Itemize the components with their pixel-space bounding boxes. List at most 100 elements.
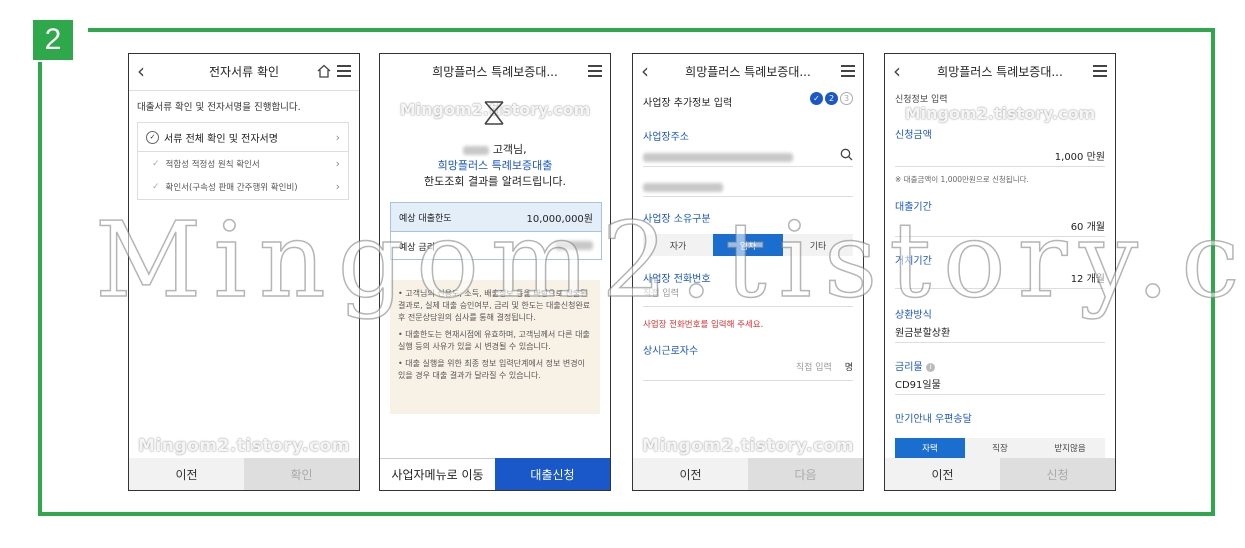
footer-buttons: 이전 확인 [129, 458, 359, 490]
app-header: ‹ 희망플러스 특례보증대... [633, 54, 863, 90]
employees-unit: 명 [844, 363, 853, 373]
amount-note: ※ 대출금액이 1,000만원으로 신청됩니다. [895, 175, 1029, 184]
rate-row: 예상 금리 [391, 232, 601, 260]
mail-segmented: 자택 직장 받지않음 [895, 438, 1105, 458]
ownership-option-other[interactable]: 기타 [783, 234, 853, 256]
sign-all-label: 서류 전체 확인 및 전자서명 [164, 133, 278, 145]
grace-label: 거치기간 [895, 256, 932, 267]
mail-label: 만기안내 우편송달 [895, 414, 972, 425]
hamburger-menu-icon[interactable] [841, 65, 855, 80]
ownership-label: 사업장 소유구분 [643, 214, 711, 225]
prev-button[interactable]: 이전 [129, 458, 244, 490]
document-list: ✓ 서류 전체 확인 및 전자서명 › ✓ 적합성 적정성 원칙 확인서 › ✓… [137, 122, 349, 200]
rate-label: 예상 금리 [399, 242, 435, 253]
search-icon[interactable] [840, 146, 853, 165]
result-intro: 한도조회 결과를 알려드립니다. [423, 175, 567, 188]
apply-loan-button[interactable]: 대출신청 [495, 458, 610, 490]
repay-label: 상환방식 [895, 310, 932, 321]
document-item-label: 적합성 적정성 원칙 확인서 [165, 159, 260, 170]
footer-buttons: 이전 신청 [885, 458, 1115, 490]
mail-option-home[interactable]: 자택 [895, 438, 965, 458]
address-label: 사업장주소 [643, 132, 689, 143]
step-indicator: ✓ 2 3 [810, 92, 853, 105]
step-current: 2 [825, 92, 838, 105]
address-input[interactable] [643, 144, 853, 167]
greeting-suffix: 고객님, [492, 143, 527, 156]
ownership-option-rent[interactable]: 임차 [713, 234, 783, 256]
phone-error: 사업장 전화번호를 입력해 주세요. [643, 320, 764, 330]
masked-address [643, 152, 793, 162]
apply-button[interactable]: 신청 [1000, 458, 1115, 490]
home-icon[interactable] [317, 63, 331, 82]
employees-input[interactable]: 직접 입력 명 [643, 360, 853, 381]
intro-text: 대출서류 확인 및 전자서명을 진행합니다. [137, 102, 301, 113]
rate-select[interactable]: CD91일물 [895, 376, 1105, 395]
confirm-button[interactable]: 확인 [244, 458, 359, 490]
mail-option-work[interactable]: 직장 [965, 438, 1035, 458]
repay-select[interactable]: 원금분할상환 [895, 324, 1105, 343]
check-icon: ✓ [152, 158, 160, 169]
info-icon[interactable]: i [925, 362, 935, 372]
masked-name [463, 145, 490, 155]
screen-business-info: ‹ 희망플러스 특례보증대... 사업장 추가정보 입력 ✓ 2 3 사업장주소… [632, 53, 864, 491]
address-detail-input[interactable] [643, 174, 853, 197]
business-menu-button[interactable]: 사업자메뉴로 이동 [380, 458, 495, 490]
grace-input[interactable]: 12 개월 [895, 270, 1105, 289]
hamburger-menu-icon[interactable] [1093, 65, 1107, 80]
mail-option-none[interactable]: 받지않음 [1035, 438, 1105, 458]
notice-item: • 대출한도는 현재시점에 유효하며, 고객님께서 다른 대출실행 등의 사유가… [398, 330, 590, 351]
chevron-right-icon: › [335, 130, 340, 144]
document-icon [483, 100, 505, 126]
watermark: Mingom2.tistory.com [642, 436, 854, 456]
ownership-option-own[interactable]: 자가 [643, 234, 713, 256]
document-item[interactable]: ✓ 확인서(구속성 판매 간주행위 확인비) › [138, 175, 348, 198]
masked-address-detail [643, 182, 723, 192]
employees-placeholder: 직접 입력 [795, 363, 832, 373]
amount-label: 신청금액 [895, 130, 932, 141]
hamburger-menu-icon[interactable] [337, 65, 351, 80]
page-title: 희망플러스 특례보증대... [685, 65, 811, 79]
app-header: 희망플러스 특례보증대... [380, 54, 610, 90]
amount-input[interactable]: 1,000 만원 [895, 148, 1105, 167]
frame-line-top [88, 28, 1215, 32]
next-button[interactable]: 다음 [748, 458, 863, 490]
ownership-segmented: 자가 임차 기타 [643, 234, 853, 256]
frame-line-left [38, 62, 42, 516]
section-title: 사업장 추가정보 입력 [643, 98, 733, 109]
phone-input[interactable]: 직접 입력 [643, 286, 853, 307]
watermark: Mingom2.tistory.com [138, 436, 350, 456]
frame-line-right [1211, 28, 1215, 516]
masked-rate [555, 241, 593, 252]
chevron-right-icon: › [335, 180, 340, 193]
screen-document-confirm: ‹ 전자서류 확인 대출서류 확인 및 전자서명을 진행합니다. ✓ 서류 전체… [128, 53, 360, 491]
limit-row: 예상 대출한도 10,000,000원 [391, 203, 601, 232]
check-icon: ✓ [152, 181, 160, 192]
document-item[interactable]: ✓ 적합성 적정성 원칙 확인서 › [138, 152, 348, 175]
employees-label: 상시근로자수 [643, 346, 699, 357]
prev-button[interactable]: 이전 [885, 458, 1000, 490]
prev-button[interactable]: 이전 [633, 458, 748, 490]
step-done-icon: ✓ [810, 92, 823, 105]
notice-item: • 고객님의 신용도, 소득, 배출정보 등을 바탕으로 산출된 결과로, 실제… [398, 289, 591, 322]
page-title: 희망플러스 특례보증대... [432, 65, 558, 79]
notice-item: • 대출 실행을 위한 최종 정보 입력단계에서 정보 변경이 있을 경우 대출… [398, 359, 585, 380]
limit-label: 예상 대출한도 [399, 213, 452, 224]
limit-value: 10,000,000원 [526, 213, 593, 225]
check-circle-icon: ✓ [146, 130, 159, 144]
document-item-label: 확인서(구속성 판매 간주행위 확인비) [165, 182, 298, 193]
footer-buttons: 이전 다음 [633, 458, 863, 490]
hamburger-menu-icon[interactable] [588, 65, 602, 80]
greeting: 고객님, 희망플러스 특례보증대출 한도조회 결과를 알려드립니다. [380, 142, 610, 190]
app-header: ‹ 희망플러스 특례보증대... [885, 54, 1115, 90]
app-header: ‹ 전자서류 확인 [129, 54, 359, 91]
screen-limit-result: 희망플러스 특례보증대... Mingom2.tistory.com 고객님, … [379, 53, 611, 491]
product-name: 희망플러스 특례보증대출 [437, 159, 553, 172]
result-table: 예상 대출한도 10,000,000원 예상 금리 [390, 202, 602, 260]
sign-all-documents-item[interactable]: ✓ 서류 전체 확인 및 전자서명 › [138, 123, 348, 152]
rate-label-row: 금리물 i [895, 358, 1105, 373]
step-number-badge: 2 [33, 20, 73, 60]
page-title: 희망플러스 특례보증대... [937, 65, 1063, 79]
watermark: Mingom2.tistory.com [904, 104, 1096, 123]
period-label: 대출기간 [895, 202, 932, 213]
period-input[interactable]: 60 개월 [895, 218, 1105, 237]
